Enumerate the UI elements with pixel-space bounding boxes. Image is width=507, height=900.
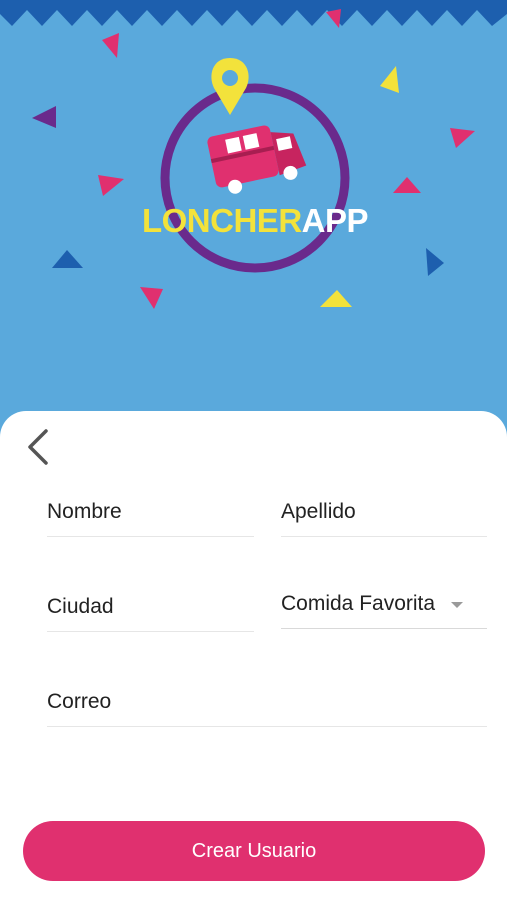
logo-text-loncher: LONCHER: [142, 202, 302, 239]
apellido-field[interactable]: [281, 488, 487, 537]
comida-favorita-select[interactable]: Comida Favorita: [281, 582, 487, 629]
logo-text-app: APP: [302, 202, 368, 239]
zigzag-border: [0, 0, 507, 26]
crear-usuario-button[interactable]: Crear Usuario: [23, 821, 485, 881]
correo-input[interactable]: [47, 678, 487, 726]
confetti-triangle: [98, 175, 124, 196]
confetti-triangle: [32, 106, 56, 128]
hero-banner: LONCHERAPP: [0, 0, 507, 430]
confetti-triangle: [140, 287, 163, 309]
nombre-field[interactable]: [47, 488, 254, 537]
confetti-background: LONCHERAPP: [0, 0, 507, 309]
map-pin-icon: [211, 58, 249, 115]
confetti-triangle: [320, 290, 352, 307]
ciudad-field[interactable]: [47, 583, 254, 632]
confetti-triangle: [380, 66, 399, 93]
logo-text: LONCHERAPP: [142, 202, 368, 239]
confetti-triangle: [450, 128, 475, 148]
confetti-triangle: [326, 9, 341, 28]
chevron-left-icon: [28, 429, 48, 465]
comida-favorita-value: Comida Favorita: [281, 592, 436, 615]
food-truck-icon: [207, 125, 307, 194]
dropdown-caret-icon: [451, 602, 463, 608]
confetti-triangle: [102, 33, 119, 58]
apellido-input[interactable]: [281, 488, 487, 536]
nombre-input[interactable]: [47, 488, 254, 536]
correo-field[interactable]: [47, 678, 487, 727]
confetti-triangle: [393, 177, 421, 193]
signup-form-card: Comida Favorita Crear Usuario: [0, 411, 507, 900]
ciudad-input[interactable]: [47, 583, 254, 631]
back-button[interactable]: [22, 425, 56, 469]
confetti-triangle: [426, 248, 444, 276]
confetti-triangle: [52, 250, 83, 268]
